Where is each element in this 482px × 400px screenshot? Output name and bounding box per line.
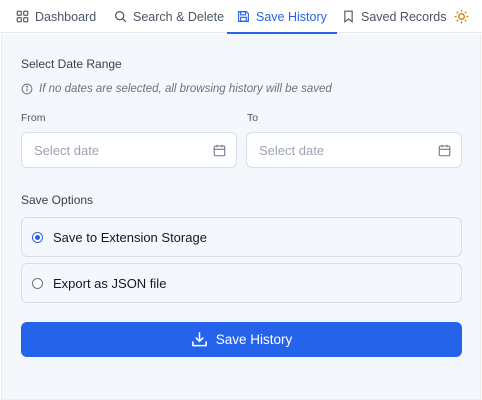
to-label: To xyxy=(247,112,259,124)
info-icon xyxy=(21,83,33,95)
bookmark-icon xyxy=(344,10,353,23)
to-date-input[interactable] xyxy=(246,132,462,168)
calendar-icon[interactable] xyxy=(213,144,226,157)
radio-unselected[interactable] xyxy=(32,277,43,289)
save-history-button[interactable]: Save History xyxy=(21,322,462,357)
date-range-title: Select Date Range xyxy=(21,57,122,71)
tab-label: Saved Records xyxy=(361,9,447,24)
save-icon xyxy=(238,11,249,22)
option-extension-storage[interactable]: Save to Extension Storage xyxy=(21,217,462,257)
tab-label: Dashboard xyxy=(35,9,97,24)
tab-saved-records[interactable]: Saved Records xyxy=(342,0,446,33)
download-icon xyxy=(191,332,207,347)
date-range-info: If no dates are selected, all browsing h… xyxy=(21,83,332,95)
tab-search-delete[interactable]: Search & Delete xyxy=(114,0,224,33)
info-text: If no dates are selected, all browsing h… xyxy=(39,83,332,95)
calendar-icon[interactable] xyxy=(438,144,451,157)
option-export-json[interactable]: Export as JSON file xyxy=(21,263,462,303)
to-date-field[interactable] xyxy=(259,133,429,167)
tab-label: Save History xyxy=(256,9,327,24)
tab-save-history[interactable]: Save History xyxy=(227,0,337,34)
option-label: Save to Extension Storage xyxy=(53,229,207,245)
option-label: Export as JSON file xyxy=(53,275,167,291)
from-date-field[interactable] xyxy=(34,133,204,167)
save-options-title: Save Options xyxy=(21,193,94,207)
radio-selected[interactable] xyxy=(32,231,43,243)
from-label: From xyxy=(21,112,46,124)
tab-dashboard[interactable]: Dashboard xyxy=(16,0,96,33)
sun-icon[interactable] xyxy=(454,9,469,24)
search-icon xyxy=(115,11,127,23)
save-history-label: Save History xyxy=(215,332,293,347)
grid-icon xyxy=(16,10,29,23)
from-date-input[interactable] xyxy=(21,132,237,168)
tab-bar: Dashboard Search & Delete Save History S… xyxy=(0,0,482,34)
tab-label: Search & Delete xyxy=(133,9,225,24)
